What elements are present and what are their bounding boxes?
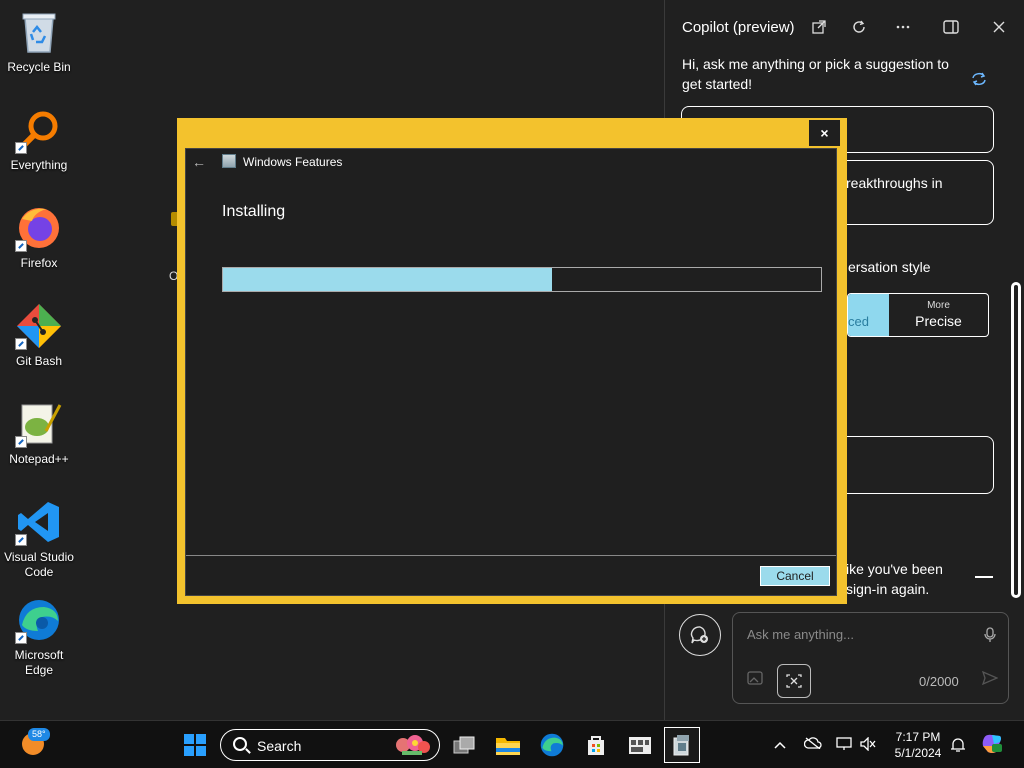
- control-panel-icon: [629, 737, 651, 754]
- desktop-icon-label: Visual Studio Code: [4, 550, 74, 579]
- character-count: 0/2000: [919, 674, 959, 689]
- edge-icon: [540, 733, 564, 757]
- everything-search-icon: [15, 106, 63, 154]
- taskbar: 58° Search 7:17 PM 5/1/2024: [0, 720, 1024, 768]
- dialog-body: ← Windows Features Installing Cancel: [185, 148, 837, 596]
- shortcut-arrow-icon: [15, 632, 27, 644]
- desktop-icon-recycle-bin[interactable]: Recycle Bin: [2, 8, 76, 75]
- desktop-icon-label: Firefox: [20, 256, 58, 270]
- shortcut-arrow-icon: [15, 240, 27, 252]
- conversation-style-selector: ced More Precise: [847, 293, 989, 337]
- network-monitor-icon[interactable]: [836, 737, 852, 754]
- onedrive-offline-icon[interactable]: [803, 737, 822, 752]
- new-suggestions-icon[interactable]: [971, 72, 987, 91]
- microphone-icon[interactable]: [984, 627, 996, 646]
- search-label: Search: [257, 738, 302, 754]
- taskbar-store[interactable]: [578, 727, 614, 763]
- install-status: Installing: [222, 203, 286, 220]
- style-precise-label: Precise: [915, 313, 962, 329]
- close-button[interactable]: ×: [809, 120, 840, 146]
- conversation-style-label: ersation style: [848, 259, 931, 275]
- edge-icon: [15, 596, 63, 644]
- install-progress-bar: [222, 267, 822, 292]
- snip-icon: [786, 674, 802, 688]
- taskbar-search[interactable]: Search: [220, 729, 440, 761]
- copilot-title: Copilot (preview): [682, 19, 795, 36]
- taskbar-clock[interactable]: 7:17 PM 5/1/2024: [888, 729, 948, 761]
- signin-line-1: ike you've been: [846, 561, 943, 577]
- copilot-taskbar-icon[interactable]: [980, 732, 1004, 759]
- windows-features-dialog: × ← Windows Features Installing Cancel: [177, 118, 847, 604]
- more-options-icon[interactable]: [889, 14, 917, 40]
- desktop-icon-git-bash[interactable]: Git Bash: [2, 302, 76, 369]
- store-icon: [588, 736, 604, 755]
- add-image-icon[interactable]: [747, 671, 767, 689]
- refresh-icon[interactable]: [845, 14, 873, 40]
- desktop-icon-label: Notepad++: [9, 452, 69, 466]
- shortcut-arrow-icon: [15, 338, 27, 350]
- taskbar-task-view[interactable]: [446, 727, 482, 763]
- cancel-button[interactable]: Cancel: [760, 566, 830, 586]
- suggestion-card-text: reakthroughs in: [846, 175, 943, 191]
- shortcut-arrow-icon: [15, 436, 27, 448]
- shortcut-arrow-icon: [15, 142, 27, 154]
- taskbar-file-explorer[interactable]: [490, 727, 526, 763]
- dialog-title: Windows Features: [243, 155, 343, 169]
- chat-input-box: 0/2000: [732, 612, 1009, 704]
- dismiss-icon[interactable]: [975, 576, 993, 578]
- open-external-icon[interactable]: [805, 14, 833, 40]
- vscode-icon: [15, 498, 63, 546]
- desktop-icon-label: Microsoft Edge: [14, 648, 64, 677]
- desktop-icon-label: Everything: [10, 158, 68, 172]
- volume-muted-icon[interactable]: [860, 736, 876, 754]
- new-topic-icon: [690, 626, 708, 644]
- copilot-greeting: Hi, ask me anything or pick a suggestion…: [682, 56, 949, 92]
- show-hidden-icons-chevron-icon[interactable]: [774, 737, 786, 752]
- shortcut-arrow-icon: [15, 534, 27, 546]
- recycle-bin-icon: [15, 8, 63, 56]
- firefox-icon: [15, 204, 63, 252]
- desktop-icon-edge[interactable]: Microsoft Edge: [2, 596, 76, 678]
- clock-time: 7:17 PM: [895, 730, 941, 744]
- close-icon[interactable]: [985, 14, 1013, 40]
- chat-input[interactable]: [747, 627, 957, 642]
- dialog-divider: [186, 555, 836, 556]
- dock-panel-icon[interactable]: [937, 14, 965, 40]
- back-arrow-icon[interactable]: ←: [192, 154, 206, 170]
- git-bash-icon: [15, 302, 63, 350]
- new-topic-button[interactable]: [679, 614, 721, 656]
- desktop-icon-label: Recycle Bin: [7, 60, 71, 74]
- windows-features-icon: [673, 735, 689, 756]
- task-view-icon: [453, 736, 475, 754]
- windows-features-app-icon: [222, 154, 236, 168]
- style-option-balanced[interactable]: ced: [848, 294, 889, 336]
- scrollbar[interactable]: [1011, 282, 1021, 598]
- signin-message: ike you've been sign-in again.: [846, 559, 943, 599]
- style-more-label: More: [927, 300, 950, 311]
- desktop-icon-label: Git Bash: [15, 354, 63, 368]
- desktop-icon-notepadplusplus[interactable]: Notepad++: [2, 400, 76, 467]
- notepadplusplus-icon: [15, 400, 63, 448]
- notifications-bell-icon[interactable]: [950, 737, 966, 756]
- screenshot-snip-button[interactable]: [777, 664, 811, 698]
- search-icon: [233, 737, 247, 751]
- taskbar-edge[interactable]: [534, 727, 570, 763]
- clock-date: 5/1/2024: [894, 746, 942, 760]
- start-button[interactable]: [184, 734, 206, 756]
- send-icon[interactable]: [981, 670, 999, 688]
- desktop-icon-firefox[interactable]: Firefox: [2, 204, 76, 271]
- file-explorer-icon: [496, 738, 520, 755]
- progress-fill: [223, 268, 552, 291]
- signin-line-2: sign-in again.: [846, 581, 930, 597]
- taskbar-control-panel[interactable]: [622, 727, 658, 763]
- style-option-precise[interactable]: More Precise: [889, 294, 988, 336]
- desktop-icon-everything[interactable]: Everything: [2, 106, 76, 173]
- search-highlight-flowers-icon: [396, 735, 430, 755]
- taskbar-windows-features[interactable]: [664, 727, 700, 763]
- weather-temperature: 58°: [28, 728, 50, 741]
- desktop-icon-vscode[interactable]: Visual Studio Code: [2, 498, 76, 580]
